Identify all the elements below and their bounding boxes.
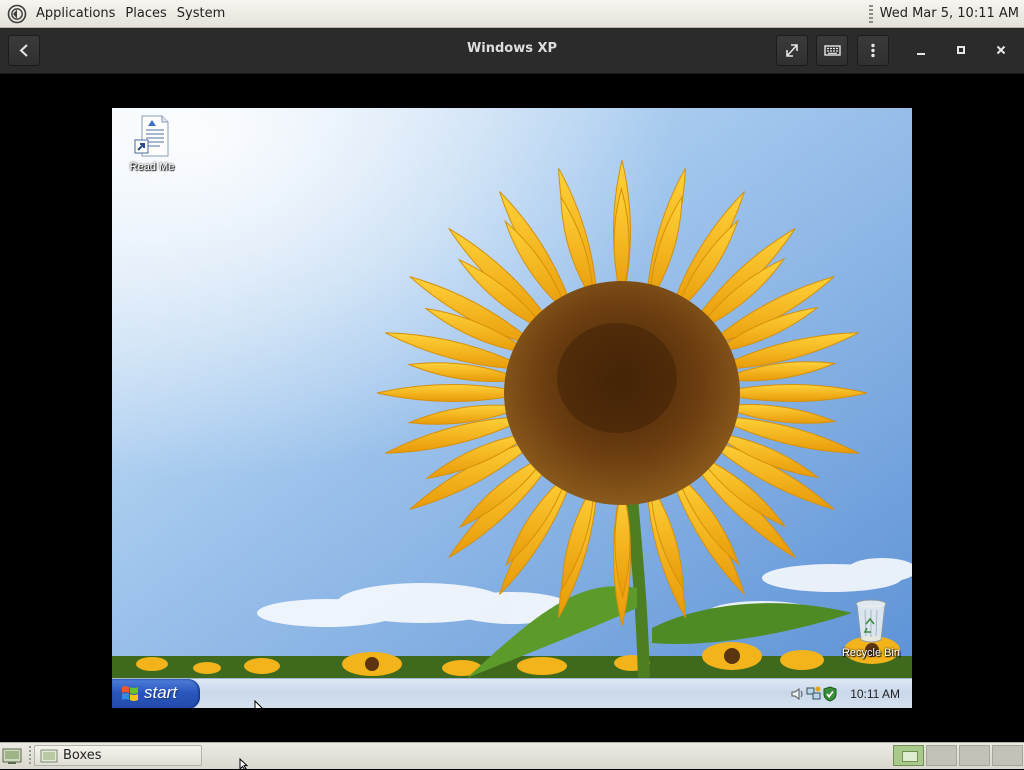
taskbar-item-label: Boxes: [63, 748, 102, 763]
vertical-dots-icon: [871, 43, 875, 58]
panel-separator: [29, 746, 31, 766]
keyboard-button[interactable]: [816, 35, 848, 66]
boxes-app-icon: [40, 749, 58, 763]
mouse-pointer-icon: [254, 700, 263, 708]
bottom-panel: Boxes: [0, 742, 1024, 769]
start-button[interactable]: start: [112, 679, 200, 708]
options-menu-button[interactable]: [857, 35, 889, 66]
panel-clock[interactable]: Wed Mar 5, 10:11 AM: [880, 6, 1019, 21]
workspace-4[interactable]: [992, 745, 1023, 766]
host-mouse-pointer-icon: [239, 758, 249, 770]
maximize-icon[interactable]: [950, 39, 972, 61]
desktop-icon-label: Read Me: [129, 161, 175, 173]
minimize-icon[interactable]: [910, 39, 932, 61]
network-icon[interactable]: [806, 686, 822, 702]
security-shield-icon[interactable]: [822, 686, 838, 702]
xp-clock: 10:11 AM: [850, 687, 900, 701]
panel-drag-handle[interactable]: [868, 4, 873, 23]
sunflower-wallpaper: [112, 108, 912, 678]
windows-flag-icon: [122, 686, 138, 701]
xp-taskbar: start 10:11 AM: [112, 678, 912, 708]
taskbar-item-boxes[interactable]: Boxes: [34, 745, 202, 766]
workspace-3[interactable]: [959, 745, 990, 766]
keyboard-icon: [824, 45, 841, 56]
gnome-foot-icon[interactable]: [7, 4, 27, 24]
document-shortcut-icon: [134, 115, 169, 157]
close-icon[interactable]: [990, 39, 1012, 61]
workspace-1[interactable]: [893, 745, 924, 766]
volume-icon[interactable]: [790, 687, 804, 701]
start-label: start: [144, 683, 178, 702]
desktop-icon-read-me[interactable]: Read Me: [124, 114, 180, 173]
boxes-header-bar: Windows XP: [0, 28, 1024, 74]
workspace-2[interactable]: [926, 745, 957, 766]
vm-display[interactable]: Read Me Recycle Bin start 10:11 AM: [112, 108, 912, 708]
system-tray: 10:11 AM: [784, 679, 912, 708]
places-menu[interactable]: Places: [120, 6, 171, 21]
desktop-icon-label: Recycle Bin: [841, 647, 901, 659]
applications-menu[interactable]: Applications: [31, 6, 120, 21]
system-menu[interactable]: System: [172, 6, 230, 21]
fullscreen-icon: [786, 44, 798, 57]
fullscreen-button[interactable]: [776, 35, 808, 66]
top-panel: Applications Places System Wed Mar 5, 10…: [0, 0, 1024, 28]
desktop-icon-recycle-bin[interactable]: Recycle Bin: [836, 598, 906, 659]
show-desktop-icon[interactable]: [2, 746, 24, 766]
recycle-bin-icon: [855, 599, 887, 643]
